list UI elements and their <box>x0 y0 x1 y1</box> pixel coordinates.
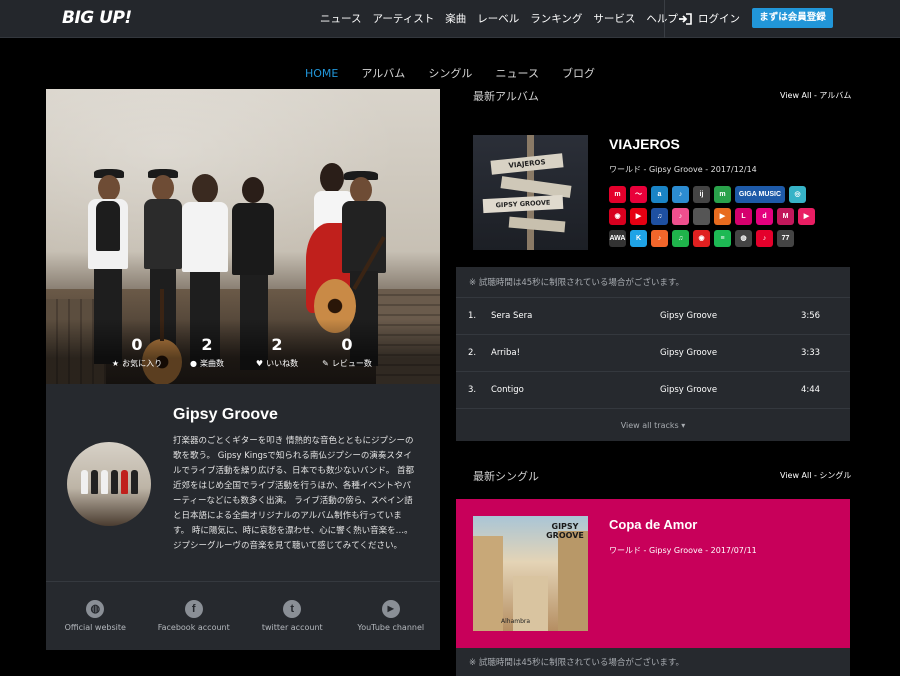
streaming-service-icon[interactable]: ◍ <box>735 230 752 247</box>
streaming-service-icon[interactable]: ♪ <box>672 208 689 225</box>
facebook-link[interactable]: f Facebook account <box>145 582 244 650</box>
single-title[interactable]: Copa de Amor <box>609 517 697 532</box>
artist-tabs: HOME アルバム シングル ニュース ブログ <box>0 62 900 92</box>
streaming-service-icon[interactable]: 〜 <box>630 186 647 203</box>
nav-news[interactable]: ニュース <box>320 11 361 26</box>
streaming-service-icon[interactable]: GIGA MUSIC <box>735 186 785 203</box>
twitter-link[interactable]: t twitter account <box>243 582 342 650</box>
login-link[interactable]: ログイン <box>678 11 740 26</box>
service-row: m 〜 a ♪ ij m GIGA MUSIC ◎ <box>609 186 839 203</box>
streaming-service-icon[interactable]: ▶ <box>714 208 731 225</box>
site-logo[interactable]: BIG UP! <box>62 8 132 28</box>
single-preview-notice: ※ 試聴時間は45秒に制限されている場合がございます。 <box>456 648 850 676</box>
streaming-service-icon[interactable]: L <box>735 208 752 225</box>
album-meta: ワールド - Gipsy Groove - 2017/12/14 <box>609 165 757 174</box>
track-row[interactable]: 1. Sera Sera Gipsy Groove 3:56 <box>456 297 850 334</box>
single-meta: ワールド - Gipsy Groove - 2017/07/11 <box>609 546 757 555</box>
view-all-tracks-button[interactable]: View all tracks ▾ <box>456 408 850 442</box>
streaming-service-icon[interactable]: ♫ <box>651 208 668 225</box>
tab-news[interactable]: ニュース <box>496 65 539 81</box>
main-nav: ニュース アーティスト 楽曲 レーベル ランキング サービス ヘルプ <box>320 11 689 26</box>
streaming-services: m 〜 a ♪ ij m GIGA MUSIC ◎ ◉ ▶ ♫ ♪ ▶ Ld M ▶ AWA K ♪ ♫ ◉ ≡ ◍ ♪ 77 <box>609 186 839 252</box>
streaming-service-icon[interactable]: ▶ <box>798 208 815 225</box>
track-list: ※ 試聴時間は45秒に制限されている場合がございます。 1. Sera Sera… <box>456 267 850 441</box>
edit-icon: ✎ <box>322 359 329 368</box>
streaming-service-icon[interactable]: ij <box>693 186 710 203</box>
artist-name: Gipsy Groove <box>173 406 278 423</box>
facebook-icon: f <box>184 600 203 618</box>
official-website-link[interactable]: ◍ Official website <box>46 582 145 650</box>
nav-songs[interactable]: 楽曲 <box>445 11 466 26</box>
streaming-service-icon[interactable]: ♪ <box>651 230 668 247</box>
album-cover[interactable]: VIAJEROS GIPSY GROOVE <box>473 135 588 250</box>
star-icon: ★ <box>111 359 120 368</box>
single-cover[interactable]: GIPSY GROOVE Alhambra <box>473 516 588 631</box>
preview-notice: ※ 試聴時間は45秒に制限されている場合がございます。 <box>469 278 685 288</box>
streaming-service-icon[interactable] <box>693 208 710 225</box>
stat-likes: 2 ♥ いいね数 <box>255 335 299 368</box>
tab-albums[interactable]: アルバム <box>361 65 405 81</box>
login-icon <box>678 12 692 25</box>
top-header: BIG UP! ニュース アーティスト 楽曲 レーベル ランキング サービス ヘ… <box>0 0 900 38</box>
streaming-service-icon[interactable]: a <box>651 186 668 203</box>
artist-hero-photo: 0 ★ お気に入り 2 ● 楽曲数 2 ♥ いいね数 0 ✎ レビュー数 <box>46 89 440 384</box>
streaming-service-icon[interactable]: AWA <box>609 230 626 247</box>
view-all-albums-link[interactable]: View All - アルバム <box>780 90 851 101</box>
stat-songs: 2 ● 楽曲数 <box>190 335 224 368</box>
tab-singles[interactable]: シングル <box>428 65 472 81</box>
streaming-service-icon[interactable]: d <box>756 208 773 225</box>
stat-favorites: 0 ★ お気に入り <box>111 335 163 368</box>
view-all-singles-link[interactable]: View All - シングル <box>780 470 851 481</box>
artist-card: 0 ★ お気に入り 2 ● 楽曲数 2 ♥ いいね数 0 ✎ レビュー数 Gip… <box>46 89 440 650</box>
streaming-service-icon[interactable]: ≡ <box>714 230 731 247</box>
streaming-service-icon[interactable]: ▶ <box>630 208 647 225</box>
nav-help[interactable]: ヘルプ <box>646 11 678 26</box>
latest-album-heading: 最新アルバム <box>473 90 539 103</box>
globe-icon: ◍ <box>86 600 105 618</box>
artist-profile: Gipsy Groove 打楽器のごとくギターを叩き 情熱的な音色とともにジプシ… <box>46 384 440 581</box>
album-title[interactable]: VIAJEROS <box>609 136 680 152</box>
artist-stats: 0 ★ お気に入り 2 ● 楽曲数 2 ♥ いいね数 0 ✎ レビュー数 <box>102 335 382 369</box>
service-row: ◉ ▶ ♫ ♪ ▶ Ld M ▶ <box>609 208 839 225</box>
streaming-service-icon[interactable]: ◎ <box>789 186 806 203</box>
disc-icon: ● <box>190 359 197 368</box>
track-row[interactable]: 2. Arriba! Gipsy Groove 3:33 <box>456 334 850 371</box>
track-row[interactable]: 3. Contigo Gipsy Groove 4:44 <box>456 371 850 408</box>
nav-ranking[interactable]: ランキング <box>530 11 582 26</box>
youtube-link[interactable]: ▶ YouTube channel <box>342 582 441 650</box>
heart-icon: ♥ <box>255 359 264 368</box>
streaming-service-icon[interactable]: ♪ <box>672 186 689 203</box>
streaming-service-icon[interactable]: ♫ <box>672 230 689 247</box>
streaming-service-icon[interactable]: ◉ <box>609 208 626 225</box>
streaming-service-icon[interactable]: ◉ <box>693 230 710 247</box>
streaming-service-icon[interactable]: K <box>630 230 647 247</box>
nav-services[interactable]: サービス <box>593 11 635 26</box>
register-button[interactable]: まずは会員登録 <box>752 8 833 28</box>
stat-reviews: 0 ✎ レビュー数 <box>322 335 372 368</box>
streaming-service-icon[interactable]: m <box>609 186 626 203</box>
streaming-service-icon[interactable]: m <box>714 186 731 203</box>
latest-single-heading: 最新シングル <box>473 470 539 483</box>
streaming-service-icon[interactable]: 77 <box>777 230 794 247</box>
service-row: AWA K ♪ ♫ ◉ ≡ ◍ ♪ 77 <box>609 230 839 247</box>
nav-divider <box>664 0 665 38</box>
youtube-icon: ▶ <box>381 600 400 618</box>
external-links: ◍ Official website f Facebook account t … <box>46 581 440 650</box>
tab-home[interactable]: HOME <box>304 67 339 92</box>
twitter-icon: t <box>283 600 302 618</box>
streaming-service-icon[interactable]: M <box>777 208 794 225</box>
login-label: ログイン <box>698 13 740 25</box>
streaming-service-icon[interactable]: ♪ <box>756 230 773 247</box>
nav-artists[interactable]: アーティスト <box>372 11 434 26</box>
tab-blog[interactable]: ブログ <box>562 65 595 81</box>
artist-bio: 打楽器のごとくギターを叩き 情熱的な音色とともにジプシーの歌を歌う。 Gipsy… <box>173 436 414 551</box>
nav-labels[interactable]: レーベル <box>477 11 519 26</box>
avatar <box>67 442 151 526</box>
